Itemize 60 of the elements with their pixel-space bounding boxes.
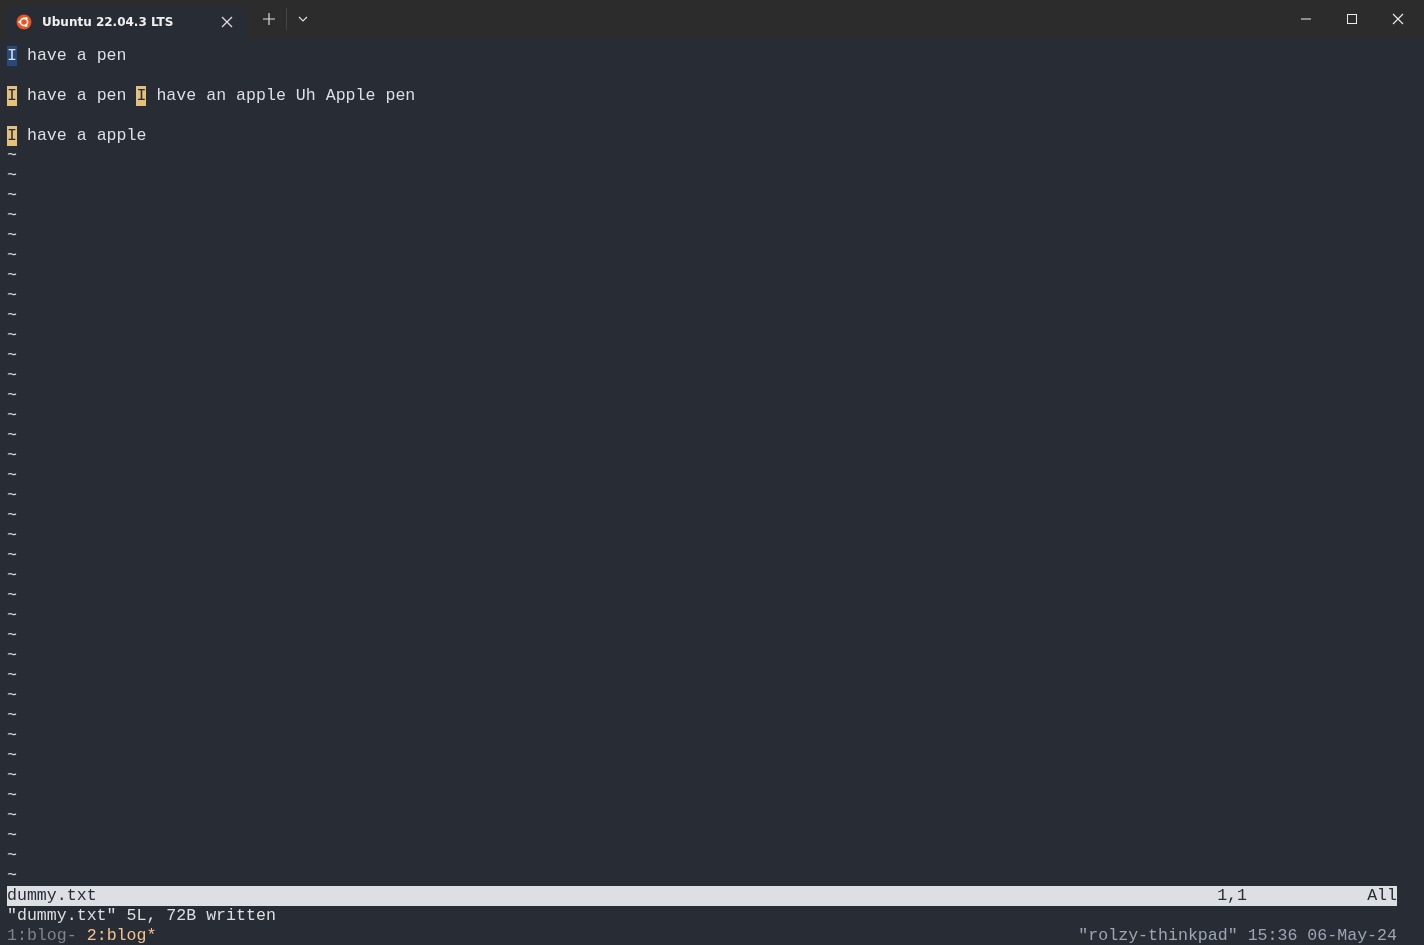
empty-line-marker: ~ — [7, 146, 17, 166]
search-match: I — [7, 126, 17, 146]
empty-line-marker: ~ — [7, 446, 17, 466]
empty-line-marker: ~ — [7, 786, 17, 806]
empty-line-marker: ~ — [7, 686, 17, 706]
empty-line-marker: ~ — [7, 646, 17, 666]
tab-title: Ubuntu 22.04.3 LTS — [42, 15, 175, 29]
search-match: I — [136, 86, 147, 106]
message-text: "dummy.txt" 5L, 72B written — [7, 906, 276, 926]
tmux-window[interactable]: 1:blog- — [7, 926, 77, 945]
plus-icon[interactable] — [263, 13, 275, 25]
empty-line-marker: ~ — [7, 386, 17, 406]
empty-line-marker: ~ — [7, 466, 17, 486]
empty-line-marker: ~ — [7, 546, 17, 566]
empty-line-marker: ~ — [7, 866, 17, 886]
line-text: have a pen — [25, 86, 128, 106]
close-icon[interactable] — [221, 16, 233, 28]
tmux-status: "rolzy-thinkpad" 15:36 06-May-24 — [1078, 926, 1397, 945]
empty-line-marker: ~ — [7, 706, 17, 726]
empty-line-marker: ~ — [7, 806, 17, 826]
close-icon[interactable] — [1392, 13, 1404, 25]
empty-line-marker: ~ — [7, 826, 17, 846]
empty-line-marker: ~ — [7, 586, 17, 606]
empty-line-marker: ~ — [7, 766, 17, 786]
empty-line-marker: ~ — [7, 326, 17, 346]
empty-line-marker: ~ — [7, 746, 17, 766]
line-text: have an apple Uh Apple pen — [155, 86, 416, 106]
empty-line-marker: ~ — [7, 226, 17, 246]
empty-line-marker: ~ — [7, 626, 17, 646]
search-match: I — [7, 86, 17, 106]
tmux-window[interactable]: 2:blog* — [86, 926, 157, 945]
maximize-icon[interactable] — [1346, 13, 1358, 25]
cursor-position: 1,1 — [1217, 886, 1248, 906]
empty-line-marker: ~ — [7, 566, 17, 586]
line-text: have a pen — [25, 46, 127, 66]
empty-line-marker: ~ — [7, 606, 17, 626]
empty-line-marker: ~ — [7, 846, 17, 866]
file-name: dummy.txt — [7, 886, 98, 906]
chevron-down-icon[interactable] — [298, 16, 308, 22]
empty-line-marker: ~ — [7, 666, 17, 686]
empty-line-marker: ~ — [7, 726, 17, 746]
empty-line-marker: ~ — [7, 246, 17, 266]
ubuntu-logo-icon — [16, 14, 32, 30]
empty-line-marker: ~ — [7, 286, 17, 306]
line-text: have a apple — [25, 126, 147, 146]
empty-line-marker: ~ — [7, 506, 17, 526]
terminal-tab[interactable]: Ubuntu 22.04.3 LTS — [6, 6, 247, 38]
empty-line-marker: ~ — [7, 266, 17, 286]
empty-line-marker: ~ — [7, 346, 17, 366]
empty-line-marker: ~ — [7, 306, 17, 326]
cursor-char: I — [7, 46, 17, 66]
empty-line-marker: ~ — [7, 206, 17, 226]
empty-line-marker: ~ — [7, 526, 17, 546]
empty-line-marker: ~ — [7, 366, 17, 386]
empty-line-marker: ~ — [7, 486, 17, 506]
empty-line-marker: ~ — [7, 186, 17, 206]
empty-line-marker: ~ — [7, 406, 17, 426]
scroll-position: All — [1367, 886, 1397, 906]
empty-line-marker: ~ — [7, 426, 17, 446]
empty-line-marker: ~ — [7, 166, 17, 186]
